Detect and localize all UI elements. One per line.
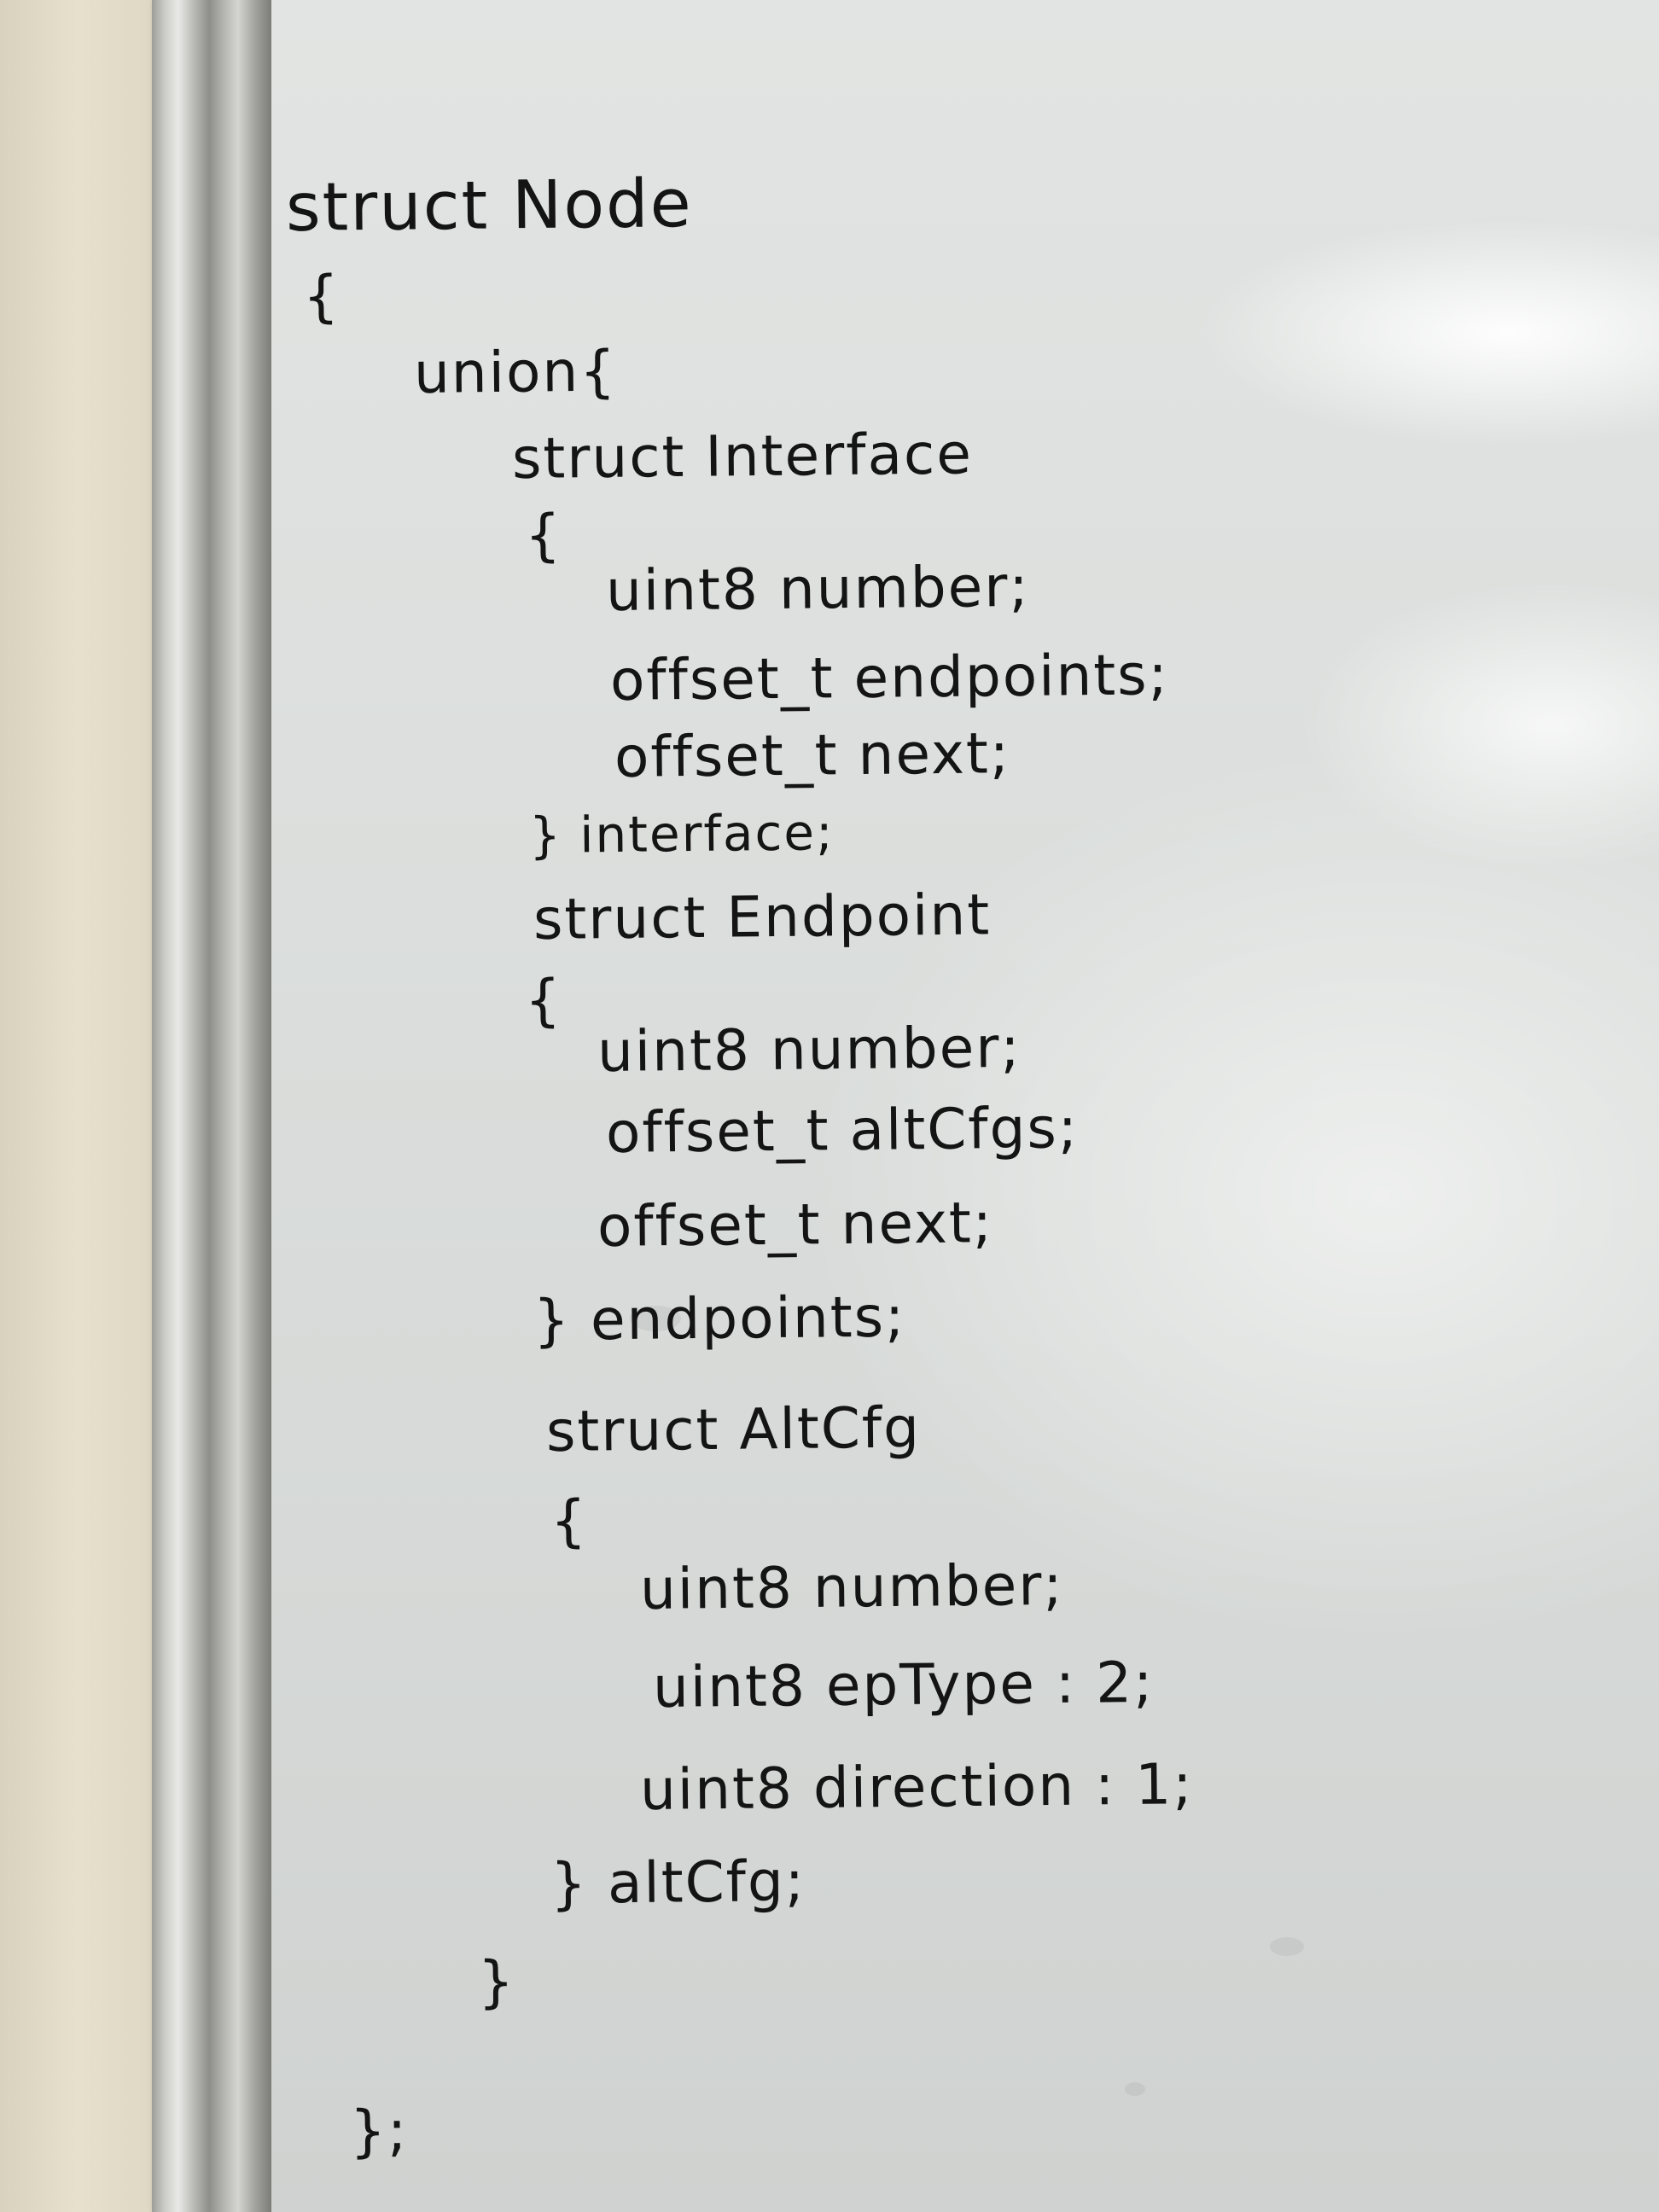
code-line: struct Node — [285, 166, 694, 247]
code-line: struct AltCfg — [545, 1394, 922, 1464]
code-line: struct Endpoint — [533, 882, 992, 952]
wall — [0, 0, 171, 2212]
code-line: uint8 number; — [605, 553, 1031, 624]
code-line: uint8 number; — [597, 1014, 1022, 1085]
code-line: uint8 epType : 2; — [652, 1649, 1155, 1720]
code-line: struct Interface — [511, 421, 974, 492]
code-line: { — [302, 263, 341, 329]
code-line: uint8 direction : 1; — [639, 1751, 1194, 1823]
code-line: offset_t next; — [597, 1190, 994, 1260]
code-line: offset_t endpoints; — [609, 642, 1170, 713]
smudge — [1270, 1937, 1304, 1956]
code-line: } interface; — [528, 803, 835, 864]
code-line: } altCfg; — [550, 1848, 806, 1917]
code-line: offset_t altCfgs; — [605, 1095, 1080, 1166]
code-line: { — [550, 1487, 589, 1554]
smudge — [1125, 2082, 1145, 2096]
code-line: uint8 number; — [639, 1551, 1065, 1622]
whiteboard-frame — [152, 0, 271, 2212]
code-line: offset_t next; — [614, 720, 1011, 790]
code-line: { — [524, 967, 563, 1033]
code-line: } endpoints; — [533, 1284, 906, 1353]
whiteboard-photo: struct Node { union{ struct Interface { … — [0, 0, 1659, 2212]
code-line: } — [477, 1948, 516, 2015]
code-line: union{ — [413, 338, 618, 406]
code-line: }; — [349, 2098, 409, 2164]
code-line: { — [524, 502, 563, 568]
